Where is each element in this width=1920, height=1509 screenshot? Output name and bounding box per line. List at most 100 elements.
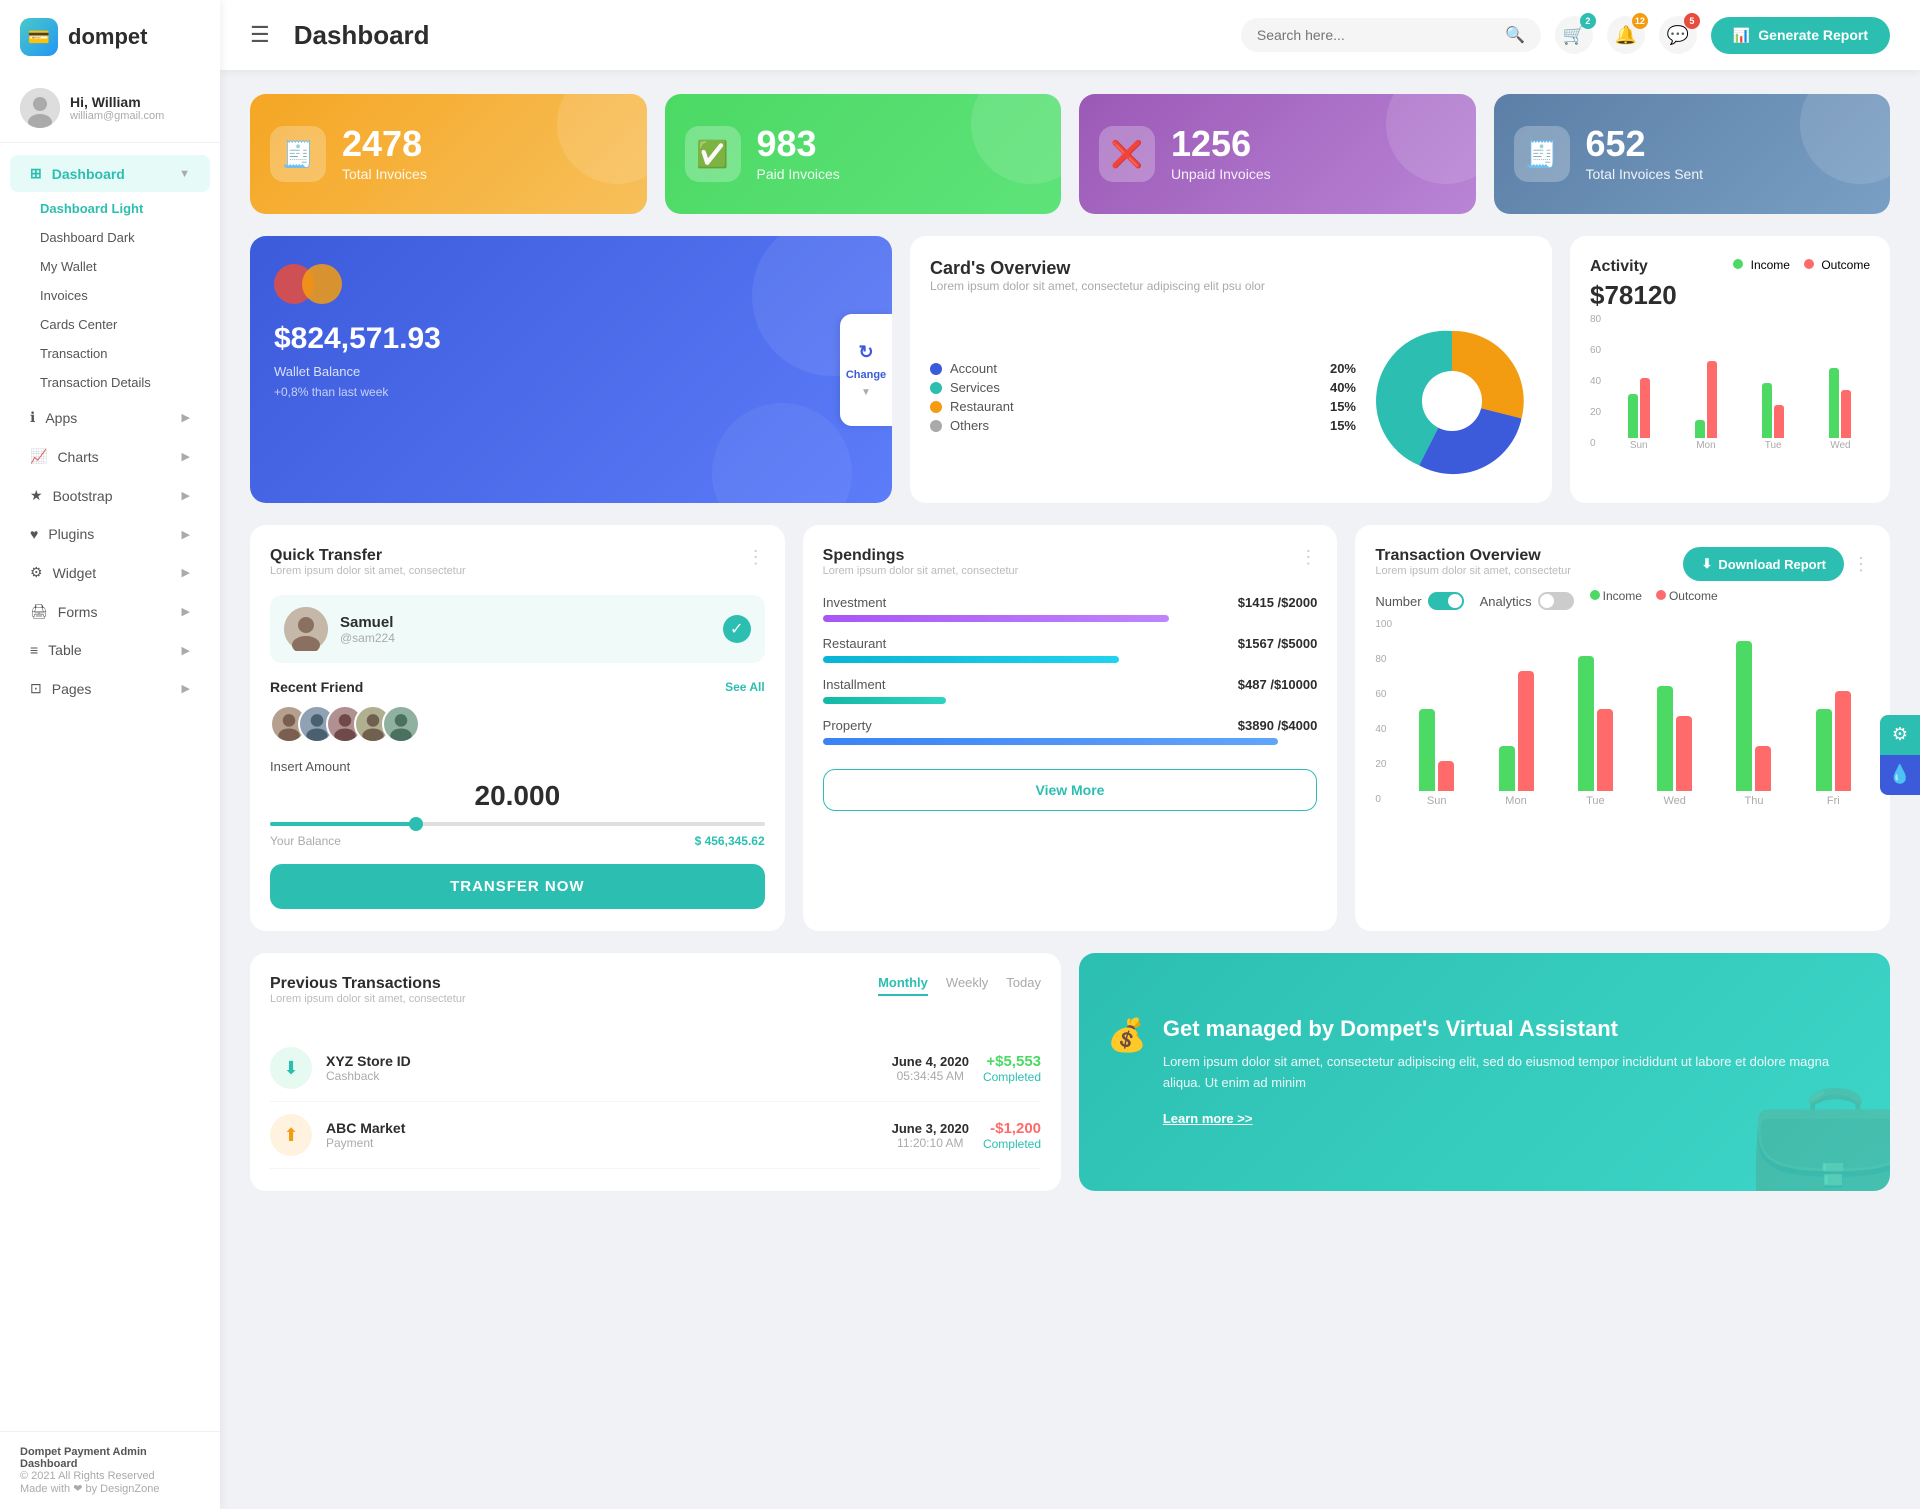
wallet-change: +0,8% than last week [274, 385, 868, 399]
amount-slider[interactable] [270, 822, 765, 826]
others-dot [930, 420, 942, 432]
sidebar-item-forms[interactable]: 🖨 Forms ▶ [10, 593, 210, 630]
see-all-link[interactable]: See All [725, 680, 765, 694]
bar-sun-income [1628, 394, 1638, 438]
sidebar-item-pages[interactable]: ⊡ Pages ▶ [10, 670, 210, 707]
total-invoices-label: Total Invoices [342, 166, 427, 182]
slider-thumb [409, 817, 423, 831]
generate-icon: 📊 [1733, 27, 1750, 44]
dashboard-icon: ⊞ [30, 165, 42, 182]
check-icon: ✓ [723, 615, 751, 643]
sidebar-item-charts[interactable]: 📈 Charts ▶ [10, 438, 210, 475]
search-input[interactable] [1257, 27, 1497, 43]
chat-button[interactable]: 💬 5 [1659, 16, 1697, 54]
sidebar-subitem-invoices[interactable]: Invoices [0, 281, 220, 310]
sidebar-subitem-my-wallet[interactable]: My Wallet [0, 252, 220, 281]
sidebar-subitem-dashboard-dark[interactable]: Dashboard Dark [0, 223, 220, 252]
paid-invoices-label: Paid Invoices [757, 166, 840, 182]
generate-report-button[interactable]: 📊 Generate Report [1711, 17, 1890, 54]
tab-weekly[interactable]: Weekly [946, 975, 988, 996]
y-label-20: 20 [1590, 407, 1601, 418]
cards-overview-subtitle: Lorem ipsum dolor sit amet, consectetur … [930, 279, 1265, 293]
co-label-services: Services [950, 380, 1322, 395]
selected-user-avatar [284, 607, 328, 651]
spending-row-installment: Installment $487 /$10000 [823, 677, 1318, 704]
settings-float-button[interactable]: ⚙ [1880, 715, 1920, 755]
number-toggle-switch[interactable] [1428, 592, 1464, 610]
wallet-change-button[interactable]: ↻ Change ▼ [840, 314, 892, 426]
generate-label: Generate Report [1758, 27, 1868, 43]
cart-button[interactable]: 🛒 2 [1555, 16, 1593, 54]
learn-more-link[interactable]: Learn more >> [1163, 1111, 1253, 1126]
chevron-right-icon-pages: ▶ [182, 682, 190, 695]
to-menu-icon[interactable]: ⋮ [1852, 554, 1870, 575]
sidebar-label-plugins: Plugins [48, 526, 94, 542]
activity-amount: $78120 [1590, 280, 1677, 311]
search-bar[interactable]: 🔍 [1241, 18, 1541, 52]
right-float-panel: ⚙ 💧 [1880, 715, 1920, 795]
menu-icon[interactable]: ☰ [250, 22, 270, 48]
outcome-label: Outcome [1821, 258, 1870, 272]
bell-icon: 🔔 [1615, 25, 1637, 46]
sidebar-subitem-transaction[interactable]: Transaction [0, 339, 220, 368]
total-invoices-icon: 🧾 [270, 126, 326, 182]
account-dot [930, 363, 942, 375]
y-label-60: 60 [1590, 345, 1601, 356]
to-outcome-label: Outcome [1669, 589, 1718, 603]
sidebar-item-apps[interactable]: ℹ Apps ▶ [10, 399, 210, 436]
spending-row-property: Property $3890 /$4000 [823, 718, 1318, 745]
quick-transfer-menu-icon[interactable]: ⋮ [747, 547, 765, 568]
assistant-title: Get managed by Dompet's Virtual Assistan… [1163, 1016, 1862, 1042]
view-more-button[interactable]: View More [823, 769, 1318, 811]
balance-row: Your Balance $ 456,345.62 [270, 834, 765, 848]
co-pct-services: 40% [1330, 380, 1356, 395]
sidebar-item-bootstrap[interactable]: ★ Bootstrap ▶ [10, 477, 210, 514]
y-label-0: 0 [1590, 438, 1601, 449]
bell-button[interactable]: 🔔 12 [1607, 16, 1645, 54]
sidebar-item-table[interactable]: ≡ Table ▶ [10, 632, 210, 668]
footer-brand: Dompet Payment Admin Dashboard [20, 1446, 200, 1470]
co-pct-restaurant: 15% [1330, 399, 1356, 414]
y-label-40: 40 [1590, 376, 1601, 387]
insert-amount-label: Insert Amount [270, 759, 765, 774]
sidebar-item-plugins[interactable]: ♥ Plugins ▶ [10, 516, 210, 552]
bar-sun-outcome [1640, 378, 1650, 438]
total-sent-label: Total Invoices Sent [1586, 166, 1704, 182]
big-bar-sun-outcome [1438, 761, 1454, 791]
friend-avatar-5[interactable] [382, 705, 420, 743]
sidebar-subitem-dashboard-light[interactable]: Dashboard Light [0, 194, 220, 223]
sidebar-item-widget[interactable]: ⚙ Widget ▶ [10, 554, 210, 591]
plugins-icon: ♥ [30, 526, 38, 542]
chevron-right-icon-bootstrap: ▶ [182, 489, 190, 502]
quick-transfer-subtitle: Lorem ipsum dolor sit amet, consectetur [270, 565, 466, 577]
tab-monthly[interactable]: Monthly [878, 975, 928, 996]
services-dot [930, 382, 942, 394]
user-email: william@gmail.com [70, 110, 164, 122]
change-label: Change [846, 369, 886, 381]
drop-float-button[interactable]: 💧 [1880, 755, 1920, 795]
analytics-toggle-switch[interactable] [1538, 592, 1574, 610]
sidebar-item-dashboard[interactable]: ⊞ Dashboard ▼ [10, 155, 210, 192]
sidebar-subitem-cards-center[interactable]: Cards Center [0, 310, 220, 339]
tx-type: Cashback [326, 1069, 878, 1083]
spendings-menu-icon[interactable]: ⋮ [1299, 547, 1317, 568]
table-row: ⬇ XYZ Store ID Cashback June 4, 2020 05:… [270, 1035, 1041, 1102]
sidebar-subitem-transaction-details[interactable]: Transaction Details [0, 368, 220, 397]
number-toggle-label: Number [1375, 594, 1421, 609]
big-bar-thu-income [1736, 641, 1752, 791]
sidebar-label-apps: Apps [45, 410, 77, 426]
tab-today[interactable]: Today [1006, 975, 1041, 996]
investment-label: Investment [823, 595, 887, 610]
chevron-right-icon-charts: ▶ [182, 450, 190, 463]
download-report-button[interactable]: ⬇ Download Report [1683, 547, 1844, 581]
big-x-sun: Sun [1427, 795, 1447, 807]
big-x-fri: Fri [1827, 795, 1840, 807]
sidebar-label-charts: Charts [57, 449, 98, 465]
property-label: Property [823, 718, 872, 733]
analytics-toggle-label: Analytics [1480, 594, 1532, 609]
transfer-now-button[interactable]: TRANSFER NOW [270, 864, 765, 909]
widget-icon: ⚙ [30, 564, 43, 581]
stat-card-unpaid-invoices: ❌ 1256 Unpaid Invoices [1079, 94, 1476, 214]
co-row-others: Others 15% [930, 418, 1356, 433]
bar-wed-outcome [1841, 390, 1851, 438]
